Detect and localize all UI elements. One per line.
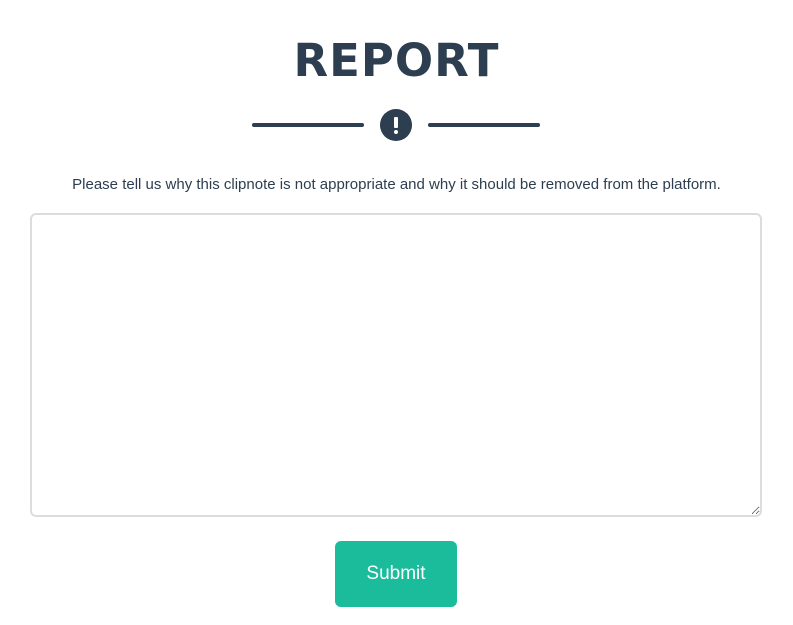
exclamation-dot [394, 130, 398, 134]
divider-line-left [252, 123, 364, 127]
instruction-text: Please tell us why this clipnote is not … [72, 176, 721, 193]
report-dialog: REPORT Please tell us why this clipnote … [0, 0, 793, 625]
submit-button[interactable]: Submit [335, 541, 457, 607]
divider-line-right [428, 123, 540, 127]
exclamation-bar [394, 117, 398, 128]
title-divider [0, 109, 793, 143]
exclamation-circle-icon [380, 109, 412, 141]
page-title: REPORT [293, 34, 500, 87]
report-reason-textarea[interactable] [30, 213, 762, 517]
